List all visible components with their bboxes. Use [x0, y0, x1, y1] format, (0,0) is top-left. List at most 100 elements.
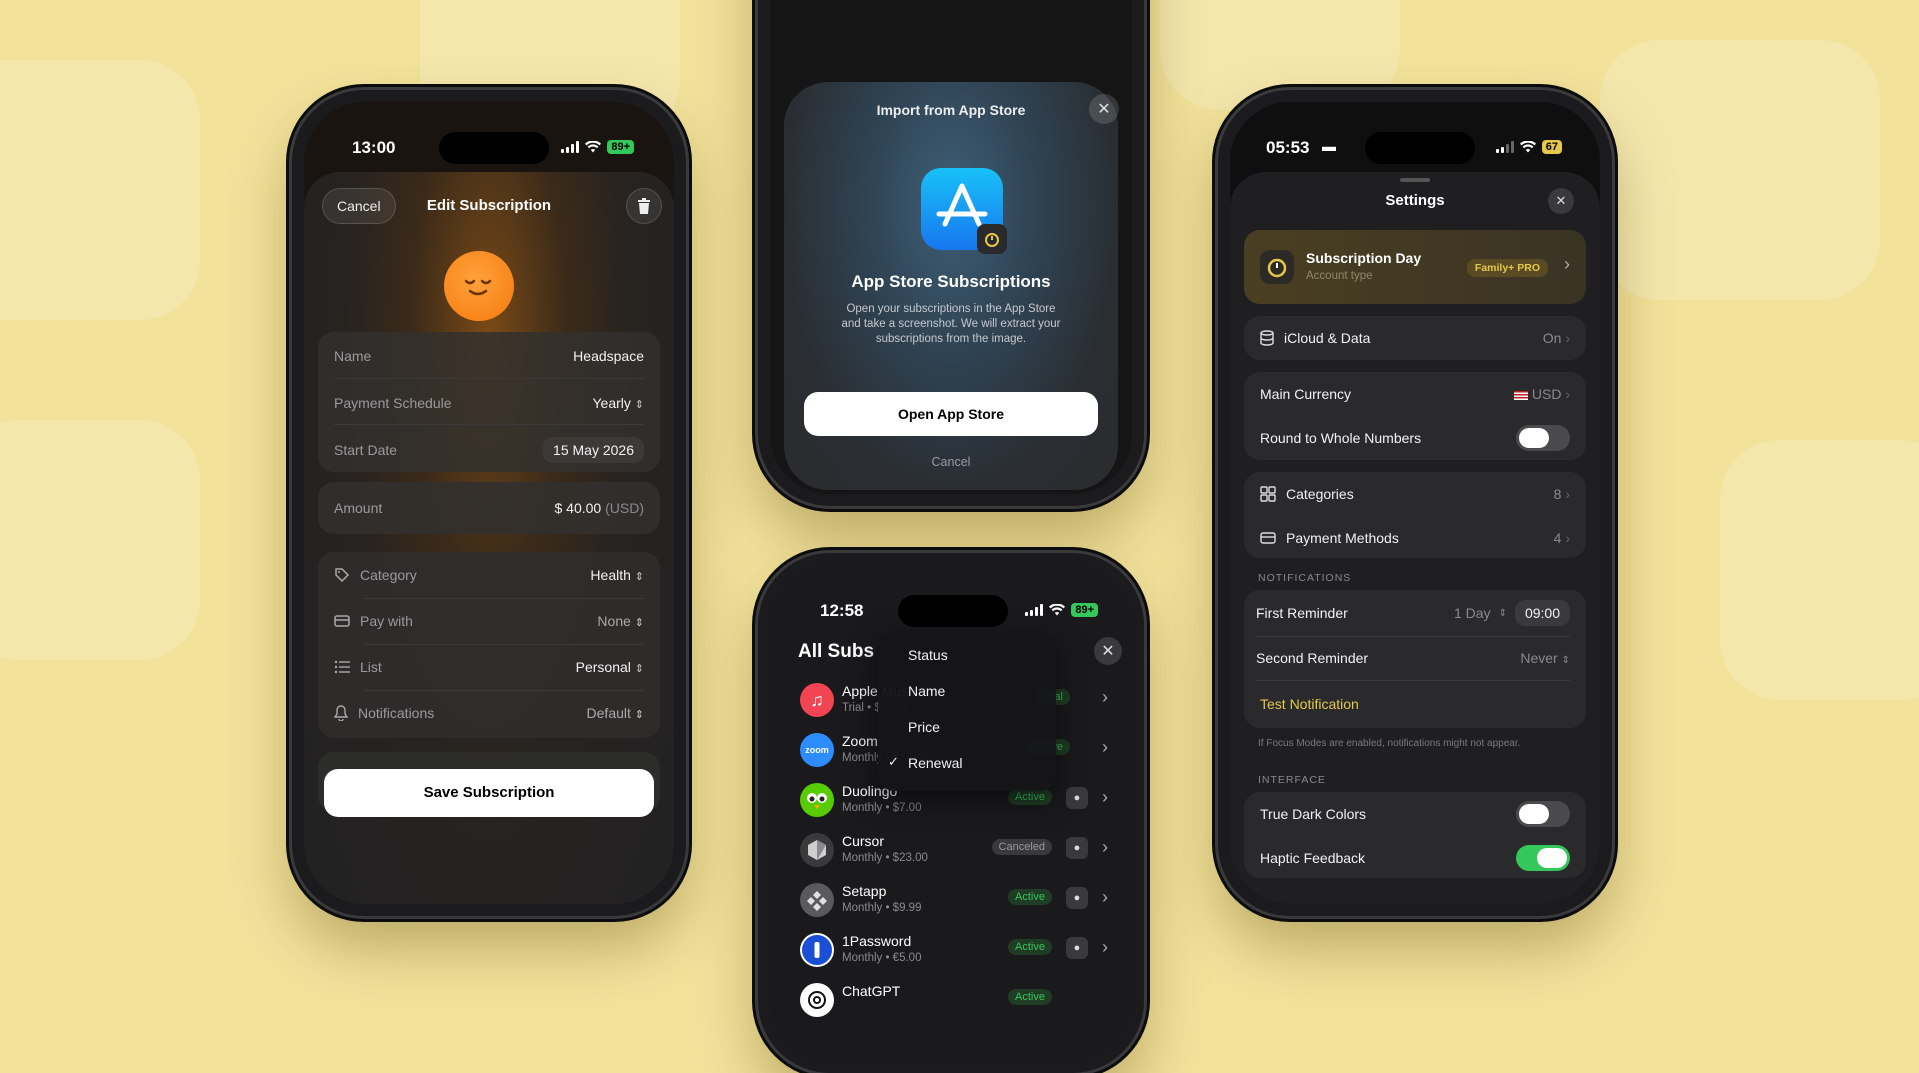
categories-row[interactable]: Categories 8 ›: [1260, 484, 1570, 504]
smile-face-icon: [464, 279, 492, 296]
first-reminder-label: First Reminder: [1256, 605, 1348, 621]
sub-name: ChatGPT: [842, 983, 901, 999]
first-reminder-day[interactable]: 1 Day: [1454, 605, 1491, 621]
amount-group[interactable]: Amount $ 40.00 (USD): [318, 482, 660, 534]
chevron-updown-icon: ⇕: [634, 617, 644, 629]
pay-with-label: Pay with: [360, 613, 413, 629]
chevron-right-icon: ›: [1565, 330, 1570, 346]
true-dark-toggle[interactable]: [1516, 801, 1570, 827]
background-shape: [0, 420, 200, 660]
chevron-right-icon: ›: [1564, 254, 1570, 274]
phone-all-subs: 12:58 89+ All Subs ✕ ♫ Apple Music Trial…: [758, 553, 1144, 1073]
chevron-right-icon: ›: [1565, 386, 1570, 402]
chatgpt-icon: [800, 983, 834, 1017]
amount-value: $ 40.00: [554, 500, 602, 516]
account-card[interactable]: Subscription Day Account type Family+ PR…: [1244, 230, 1586, 304]
main-currency-row[interactable]: Main Currency USD ›: [1260, 384, 1570, 404]
notifications-row[interactable]: Notifications Default ⇕: [334, 702, 644, 724]
list-row[interactable]: List Personal ⇕: [334, 656, 644, 678]
import-heading: App Store Subscriptions: [851, 272, 1051, 291]
start-date-row[interactable]: Start Date 15 May 2026: [334, 436, 644, 464]
payment-schedule-label: Payment Schedule: [334, 395, 452, 411]
cancel-link[interactable]: Cancel: [784, 455, 1118, 469]
status-badge: Active: [1008, 989, 1052, 1005]
close-button[interactable]: ✕: [1548, 188, 1574, 214]
name-value: Headspace: [573, 348, 644, 364]
pay-with-value: None: [597, 613, 631, 629]
sub-detail: Monthly • €5.00: [842, 952, 922, 964]
payment-schedule-value: Yearly: [592, 395, 631, 411]
round-toggle[interactable]: [1516, 425, 1570, 451]
sub-detail: Monthly • $7.00: [842, 802, 922, 814]
sort-option-status[interactable]: Status: [908, 647, 948, 663]
sub-name: Cursor: [842, 833, 885, 849]
screen: 05:53 ▬ 67 Settings ✕ Subscription Day A…: [1230, 102, 1600, 904]
battery-indicator: 89+: [607, 140, 634, 154]
list-icon: [334, 660, 350, 674]
account-type: Account type: [1306, 270, 1373, 282]
first-reminder-time[interactable]: 09:00: [1514, 600, 1570, 626]
chevron-updown-icon: ⇕: [1498, 607, 1507, 619]
amount-row: Amount $ 40.00 (USD): [334, 498, 644, 518]
account-name: Subscription Day: [1306, 250, 1422, 266]
sub-detail: Monthly • $9.99: [842, 902, 922, 914]
amount-currency: (USD): [605, 500, 644, 516]
status-time: 05:53: [1266, 138, 1310, 157]
phone-edit-subscription: 13:00 89+ Cancel Edit Subscription Name: [292, 90, 686, 916]
close-icon: ✕: [1555, 193, 1567, 208]
tag-icon: [335, 568, 350, 583]
interface-group: True Dark Colors Haptic Feedback: [1244, 792, 1586, 878]
divider: [1256, 636, 1570, 637]
second-reminder-row[interactable]: Second Reminder Never ⇕: [1256, 648, 1570, 668]
haptic-toggle[interactable]: [1516, 845, 1570, 871]
icloud-label: iCloud & Data: [1284, 330, 1371, 346]
open-app-store-button[interactable]: Open App Store: [804, 392, 1098, 436]
card-icon: [334, 615, 350, 627]
cursor-icon: [800, 833, 834, 867]
sub-name: Setapp: [842, 883, 887, 899]
battery-indicator: 89+: [1071, 603, 1098, 617]
icloud-group[interactable]: iCloud & Data On ›: [1244, 316, 1586, 360]
list-item[interactable]: 1Password Monthly • €5.00 Active ● ›: [790, 925, 1116, 973]
first-reminder-row[interactable]: First Reminder 1 Day ⇕ 09:00: [1256, 600, 1570, 626]
list-item[interactable]: Setapp Monthly • $9.99 Active ● ›: [790, 875, 1116, 923]
close-button[interactable]: ✕: [1094, 637, 1122, 665]
payment-schedule-row[interactable]: Payment Schedule Yearly ⇕: [334, 392, 644, 414]
plan-badge: Family+ PRO: [1466, 259, 1548, 277]
list-item[interactable]: ChatGPT Active: [790, 975, 1116, 1023]
status-bar: 12:58 89+: [770, 565, 1132, 627]
chevron-right-icon: ›: [1102, 737, 1108, 757]
sub-name: Zoom: [842, 733, 878, 749]
dynamic-island: [439, 132, 549, 164]
sort-option-name[interactable]: Name: [908, 683, 945, 699]
app-logo: [1260, 250, 1294, 284]
start-date-label: Start Date: [334, 442, 398, 458]
focus-note: If Focus Modes are enabled, notification…: [1258, 738, 1521, 749]
test-notification-button[interactable]: Test Notification: [1260, 696, 1359, 712]
delete-button[interactable]: [626, 188, 662, 224]
save-subscription-button[interactable]: Save Subscription: [324, 769, 654, 817]
name-row[interactable]: Name Headspace: [334, 346, 644, 366]
screen: Import from App Store ✕ App Store Subscr…: [770, 0, 1132, 494]
notifications-group: First Reminder 1 Day ⇕ 09:00 Second Remind…: [1244, 590, 1586, 728]
apple-music-icon: ♫: [800, 683, 834, 717]
start-date-value[interactable]: 15 May 2026: [543, 437, 644, 463]
chevron-updown-icon: ⇕: [634, 399, 644, 411]
background-shape: [1720, 440, 1919, 700]
sort-option-renewal[interactable]: Renewal: [908, 755, 962, 771]
person-icon: ●: [1066, 787, 1088, 809]
phone-import-app-store: Import from App Store ✕ App Store Subscr…: [758, 0, 1144, 506]
zoom-icon: zoom: [800, 733, 834, 767]
list-item[interactable]: Cursor Monthly • $23.00 Canceled ● ›: [790, 825, 1116, 873]
payment-methods-row[interactable]: Payment Methods 4 ›: [1260, 528, 1570, 548]
sort-option-price[interactable]: Price: [908, 719, 940, 735]
wifi-icon: [1519, 141, 1536, 153]
sheet-title: Edit Subscription: [426, 197, 552, 214]
pay-with-row[interactable]: Pay with None ⇕: [334, 610, 644, 632]
divider: [1256, 680, 1570, 681]
close-button[interactable]: ✕: [1089, 94, 1119, 124]
category-row[interactable]: Category Health ⇕: [334, 564, 644, 586]
status-badge: Active: [1008, 889, 1052, 905]
divider: [334, 378, 644, 379]
round-label: Round to Whole Numbers: [1260, 430, 1422, 446]
